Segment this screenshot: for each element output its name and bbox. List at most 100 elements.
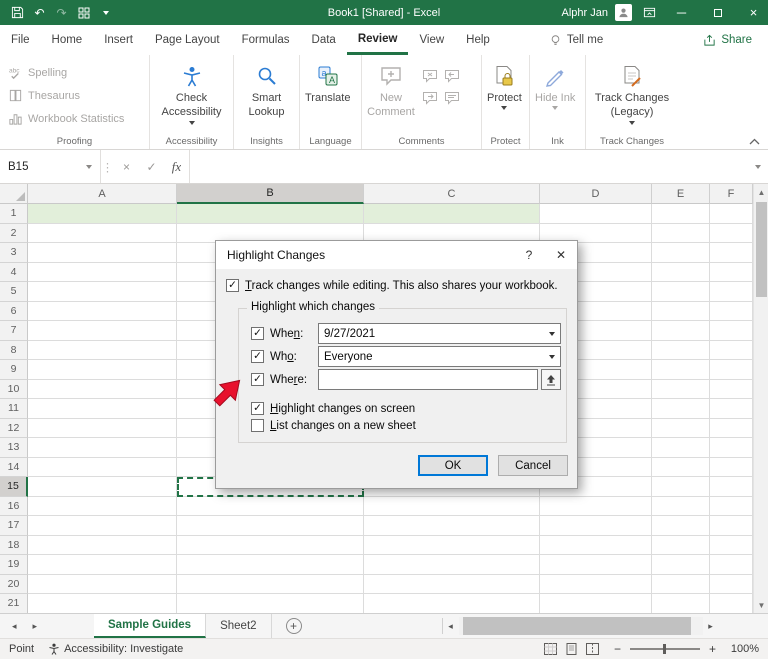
spelling-button[interactable]: abc Spelling <box>3 61 129 84</box>
minimize-button[interactable]: ─ <box>667 0 696 25</box>
cell-D21[interactable] <box>540 594 652 614</box>
sheet-nav-right-icon[interactable]: ▸ <box>33 621 38 632</box>
row-header-5[interactable]: 5 <box>0 282 28 302</box>
row-header-17[interactable]: 17 <box>0 516 28 536</box>
share-button[interactable]: Share <box>703 25 752 55</box>
row-header-6[interactable]: 6 <box>0 302 28 322</box>
page-layout-view-icon[interactable] <box>565 643 578 655</box>
cell-B16[interactable] <box>177 497 364 517</box>
accessibility-status[interactable]: Accessibility: Investigate <box>48 643 183 655</box>
cell-B18[interactable] <box>177 536 364 556</box>
redo-icon[interactable]: ↷ <box>51 2 72 23</box>
row-header-18[interactable]: 18 <box>0 536 28 556</box>
next-comment-icon[interactable] <box>419 87 441 109</box>
cell-F9[interactable] <box>710 360 753 380</box>
cell-E14[interactable] <box>652 458 710 478</box>
cell-A5[interactable] <box>28 282 177 302</box>
row-header-9[interactable]: 9 <box>0 360 28 380</box>
save-icon[interactable] <box>7 2 28 23</box>
cancel-button[interactable]: Cancel <box>498 455 568 476</box>
who-dropdown-icon[interactable] <box>543 347 560 366</box>
tab-data[interactable]: Data <box>301 25 347 55</box>
delete-comment-icon[interactable] <box>419 65 441 87</box>
cell-E1[interactable] <box>652 204 710 224</box>
select-all-corner[interactable] <box>0 184 28 204</box>
cell-F21[interactable] <box>710 594 753 614</box>
tell-me-button[interactable]: Tell me <box>549 25 603 55</box>
cell-A14[interactable] <box>28 458 177 478</box>
cell-A15[interactable] <box>28 477 177 497</box>
cell-E8[interactable] <box>652 341 710 361</box>
cell-F19[interactable] <box>710 555 753 575</box>
row-header-14[interactable]: 14 <box>0 458 28 478</box>
when-checkbox[interactable]: ✓ <box>251 327 264 340</box>
cell-F10[interactable] <box>710 380 753 400</box>
cell-C17[interactable] <box>364 516 540 536</box>
user-avatar[interactable] <box>615 4 632 21</box>
row-header-15[interactable]: 15 <box>0 477 28 497</box>
cell-D20[interactable] <box>540 575 652 595</box>
cell-E16[interactable] <box>652 497 710 517</box>
column-header-B[interactable]: B <box>177 184 364 204</box>
when-combobox[interactable]: 9/27/2021 <box>318 323 561 344</box>
insert-function-icon[interactable]: fx <box>164 150 189 183</box>
workbook-statistics-button[interactable]: Workbook Statistics <box>3 107 129 130</box>
undo-icon[interactable]: ↶ <box>29 2 50 23</box>
cell-A20[interactable] <box>28 575 177 595</box>
cell-D18[interactable] <box>540 536 652 556</box>
cell-F8[interactable] <box>710 341 753 361</box>
smart-lookup-button[interactable]: Smart Lookup <box>235 57 298 120</box>
cell-A3[interactable] <box>28 243 177 263</box>
cell-E11[interactable] <box>652 399 710 419</box>
row-header-2[interactable]: 2 <box>0 224 28 244</box>
cell-A17[interactable] <box>28 516 177 536</box>
column-header-F[interactable]: F <box>710 184 753 204</box>
row-header-1[interactable]: 1 <box>0 204 28 224</box>
ok-button[interactable]: OK <box>418 455 488 476</box>
cell-D17[interactable] <box>540 516 652 536</box>
cell-E3[interactable] <box>652 243 710 263</box>
cell-F1[interactable] <box>710 204 753 224</box>
row-header-10[interactable]: 10 <box>0 380 28 400</box>
thesaurus-button[interactable]: Thesaurus <box>3 84 129 107</box>
cell-E18[interactable] <box>652 536 710 556</box>
who-combobox[interactable]: Everyone <box>318 346 561 367</box>
cell-A10[interactable] <box>28 380 177 400</box>
cell-A16[interactable] <box>28 497 177 517</box>
vertical-scrollbar[interactable]: ▲ ▼ <box>753 184 768 613</box>
when-dropdown-icon[interactable] <box>543 324 560 343</box>
cell-B20[interactable] <box>177 575 364 595</box>
tab-page-layout[interactable]: Page Layout <box>144 25 231 55</box>
zoom-out-icon[interactable]: − <box>614 642 621 656</box>
ribbon-display-options-icon[interactable] <box>639 2 660 23</box>
tab-review[interactable]: Review <box>347 25 409 55</box>
cell-A9[interactable] <box>28 360 177 380</box>
row-header-19[interactable]: 19 <box>0 555 28 575</box>
zoom-slider-thumb[interactable] <box>663 644 666 654</box>
hide-ink-button[interactable]: Hide Ink <box>531 57 579 110</box>
where-checkbox[interactable]: ✓ <box>251 373 264 386</box>
cancel-entry-icon[interactable]: × <box>114 150 139 183</box>
new-comment-button[interactable]: New Comment <box>363 57 419 120</box>
tab-help[interactable]: Help <box>455 25 501 55</box>
dialog-title-bar[interactable]: Highlight Changes ? ✕ <box>216 241 577 269</box>
row-header-21[interactable]: 21 <box>0 594 28 614</box>
cell-F11[interactable] <box>710 399 753 419</box>
cell-E20[interactable] <box>652 575 710 595</box>
horizontal-scrollbar[interactable] <box>459 617 703 635</box>
cell-A21[interactable] <box>28 594 177 614</box>
row-header-12[interactable]: 12 <box>0 419 28 439</box>
where-input[interactable] <box>318 369 538 390</box>
cell-E12[interactable] <box>652 419 710 439</box>
formula-input[interactable] <box>189 150 748 183</box>
cell-A13[interactable] <box>28 438 177 458</box>
cell-B1[interactable] <box>177 204 364 224</box>
cell-A6[interactable] <box>28 302 177 322</box>
row-header-3[interactable]: 3 <box>0 243 28 263</box>
cell-F16[interactable] <box>710 497 753 517</box>
column-header-C[interactable]: C <box>364 184 540 204</box>
normal-view-icon[interactable] <box>544 643 557 655</box>
cell-A1[interactable] <box>28 204 177 224</box>
horizontal-scroll-thumb[interactable] <box>463 617 691 635</box>
cell-F17[interactable] <box>710 516 753 536</box>
